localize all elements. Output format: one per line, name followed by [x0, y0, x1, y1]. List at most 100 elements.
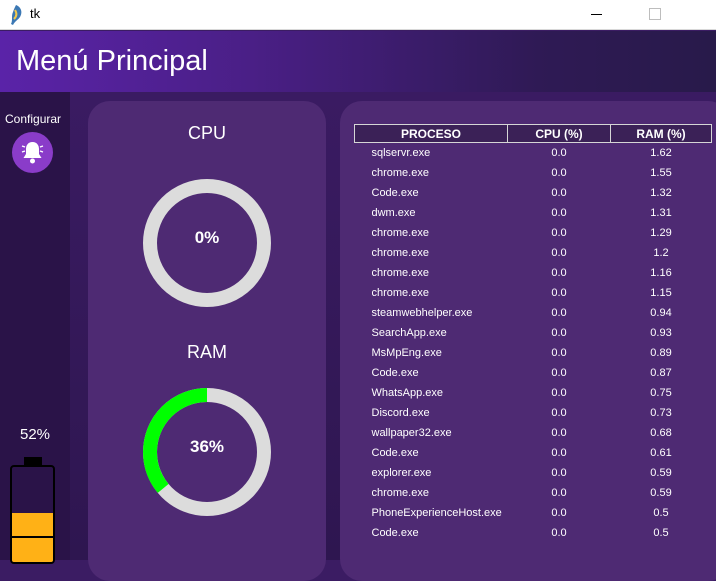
cpu-gauge-value: 0%	[194, 228, 220, 247]
title-bar: tk	[0, 0, 716, 30]
table-row[interactable]: wallpaper32.exe 0.0 0.68	[355, 423, 712, 443]
cpu-cell: 0.0	[551, 207, 567, 219]
table-row[interactable]: chrome.exe 0.0 0.59	[355, 483, 712, 503]
cpu-cell: 0.0	[551, 307, 567, 319]
process-name-cell: PhoneExperienceHost.exe	[371, 507, 502, 519]
table-row[interactable]: sqlservr.exe 0.0 1.62	[355, 143, 712, 164]
process-name-cell: SearchApp.exe	[371, 327, 447, 339]
python-feather-icon	[11, 5, 22, 25]
table-row[interactable]: Code.exe 0.0 0.61	[355, 443, 712, 463]
process-name-cell: Discord.exe	[371, 407, 430, 419]
table-row[interactable]: SearchApp.exe 0.0 0.93	[355, 323, 712, 343]
ram-cell: 0.59	[650, 467, 672, 479]
cpu-cell: 0.0	[551, 267, 567, 279]
ram-cell: 1.29	[650, 227, 672, 239]
cpu-cell: 0.0	[551, 367, 567, 379]
ram-cell: 0.94	[650, 307, 672, 319]
process-name-cell: sqlservr.exe	[371, 147, 431, 159]
ram-cell: 0.87	[650, 367, 672, 379]
table-row[interactable]: explorer.exe 0.0 0.59	[355, 463, 712, 483]
minimize-button[interactable]	[582, 0, 612, 30]
header-process[interactable]: PROCESO	[354, 124, 508, 143]
process-name-cell: chrome.exe	[371, 167, 429, 179]
table-row[interactable]: chrome.exe 0.0 1.16	[355, 263, 712, 283]
window-title: tk	[30, 6, 41, 21]
process-name-cell: dwm.exe	[371, 207, 416, 219]
ram-gauge-value: 36%	[189, 437, 225, 456]
ram-cell: 0.68	[650, 427, 672, 439]
process-name-cell: Code.exe	[371, 527, 419, 539]
table-row[interactable]: Code.exe 0.0 0.5	[355, 523, 712, 543]
battery-indicator	[10, 457, 55, 564]
table-row[interactable]: Code.exe 0.0 0.87	[355, 363, 712, 383]
process-name-cell: chrome.exe	[371, 487, 429, 499]
table-row[interactable]: Discord.exe 0.0 0.73	[355, 403, 712, 423]
sidebar: Configurar 52%	[0, 92, 70, 564]
configure-label: Configurar	[5, 112, 62, 126]
process-name-cell: chrome.exe	[371, 227, 429, 239]
table-row[interactable]: chrome.exe 0.0 1.29	[355, 223, 712, 243]
bell-icon	[21, 142, 44, 164]
close-button[interactable]	[688, 0, 716, 30]
ram-cell: 0.89	[650, 347, 672, 359]
header-bar: Menú Principal	[0, 31, 716, 92]
ram-cell: 0.5	[653, 527, 669, 539]
cpu-cell: 0.0	[551, 447, 567, 459]
ram-gauge-title: RAM	[187, 342, 227, 362]
notifications-button[interactable]	[12, 132, 53, 173]
process-name-cell: chrome.exe	[371, 287, 429, 299]
cpu-cell: 0.0	[551, 287, 567, 299]
process-name-cell: chrome.exe	[371, 247, 429, 259]
ram-cell: 0.93	[650, 327, 672, 339]
header-cpu[interactable]: CPU (%)	[507, 124, 611, 143]
table-row[interactable]: chrome.exe 0.0 1.2	[355, 243, 712, 263]
process-name-cell: WhatsApp.exe	[371, 387, 444, 399]
table-row[interactable]: chrome.exe 0.0 1.15	[355, 283, 712, 303]
table-row[interactable]: WhatsApp.exe 0.0 0.75	[355, 383, 712, 403]
ram-cell: 1.55	[650, 167, 672, 179]
battery-percent: 52%	[20, 426, 51, 443]
page-title: Menú Principal	[16, 45, 208, 77]
cpu-cell: 0.0	[551, 227, 567, 239]
process-name-cell: MsMpEng.exe	[371, 347, 442, 359]
maximize-button[interactable]	[638, 0, 672, 30]
cpu-cell: 0.0	[551, 407, 567, 419]
process-name-cell: Code.exe	[371, 187, 419, 199]
table-row[interactable]: Code.exe 0.0 1.32	[355, 183, 712, 203]
cpu-cell: 0.0	[551, 507, 567, 519]
ram-cell: 0.75	[650, 387, 672, 399]
table-header-row: PROCESO CPU (%) RAM (%)	[354, 124, 712, 143]
cpu-cell: 0.0	[551, 167, 567, 179]
table-row[interactable]: PhoneExperienceHost.exe 0.0 0.5	[355, 503, 712, 523]
cpu-cell: 0.0	[551, 387, 567, 399]
process-table: PROCESO CPU (%) RAM (%) sqlservr.exe 0.0 1…	[354, 124, 712, 543]
cpu-cell: 0.0	[551, 487, 567, 499]
process-panel: PROCESO CPU (%) RAM (%) sqlservr.exe 0.0 1…	[340, 101, 716, 581]
main-content: Configurar 52% CPU 0% RAM 36% PROCESO CP…	[0, 92, 716, 581]
table-row[interactable]: dwm.exe 0.0 1.31	[355, 203, 712, 223]
ram-cell: 0.61	[650, 447, 672, 459]
table-row[interactable]: steamwebhelper.exe 0.0 0.94	[355, 303, 712, 323]
process-name-cell: wallpaper32.exe	[371, 427, 452, 439]
battery-body	[10, 465, 55, 564]
ram-cell: 0.59	[650, 487, 672, 499]
process-name-cell: steamwebhelper.exe	[371, 307, 473, 319]
ram-cell: 1.16	[650, 267, 672, 279]
table-row[interactable]: MsMpEng.exe 0.0 0.89	[355, 343, 712, 363]
ram-cell: 1.62	[650, 147, 672, 159]
cpu-gauge-title: CPU	[187, 123, 226, 143]
cpu-cell: 0.0	[551, 467, 567, 479]
header-ram[interactable]: RAM (%)	[610, 124, 712, 143]
cpu-cell: 0.0	[551, 347, 567, 359]
table-row[interactable]: chrome.exe 0.0 1.55	[355, 163, 712, 183]
cpu-cell: 0.0	[551, 427, 567, 439]
ram-cell: 0.5	[653, 507, 669, 519]
cpu-cell: 0.0	[551, 187, 567, 199]
process-name-cell: Code.exe	[371, 367, 419, 379]
ram-cell: 1.32	[650, 187, 672, 199]
process-name-cell: Code.exe	[371, 447, 419, 459]
process-name-cell: explorer.exe	[371, 467, 432, 479]
ram-cell: 1.31	[650, 207, 672, 219]
process-name-cell: chrome.exe	[371, 267, 429, 279]
ram-cell: 0.73	[650, 407, 672, 419]
